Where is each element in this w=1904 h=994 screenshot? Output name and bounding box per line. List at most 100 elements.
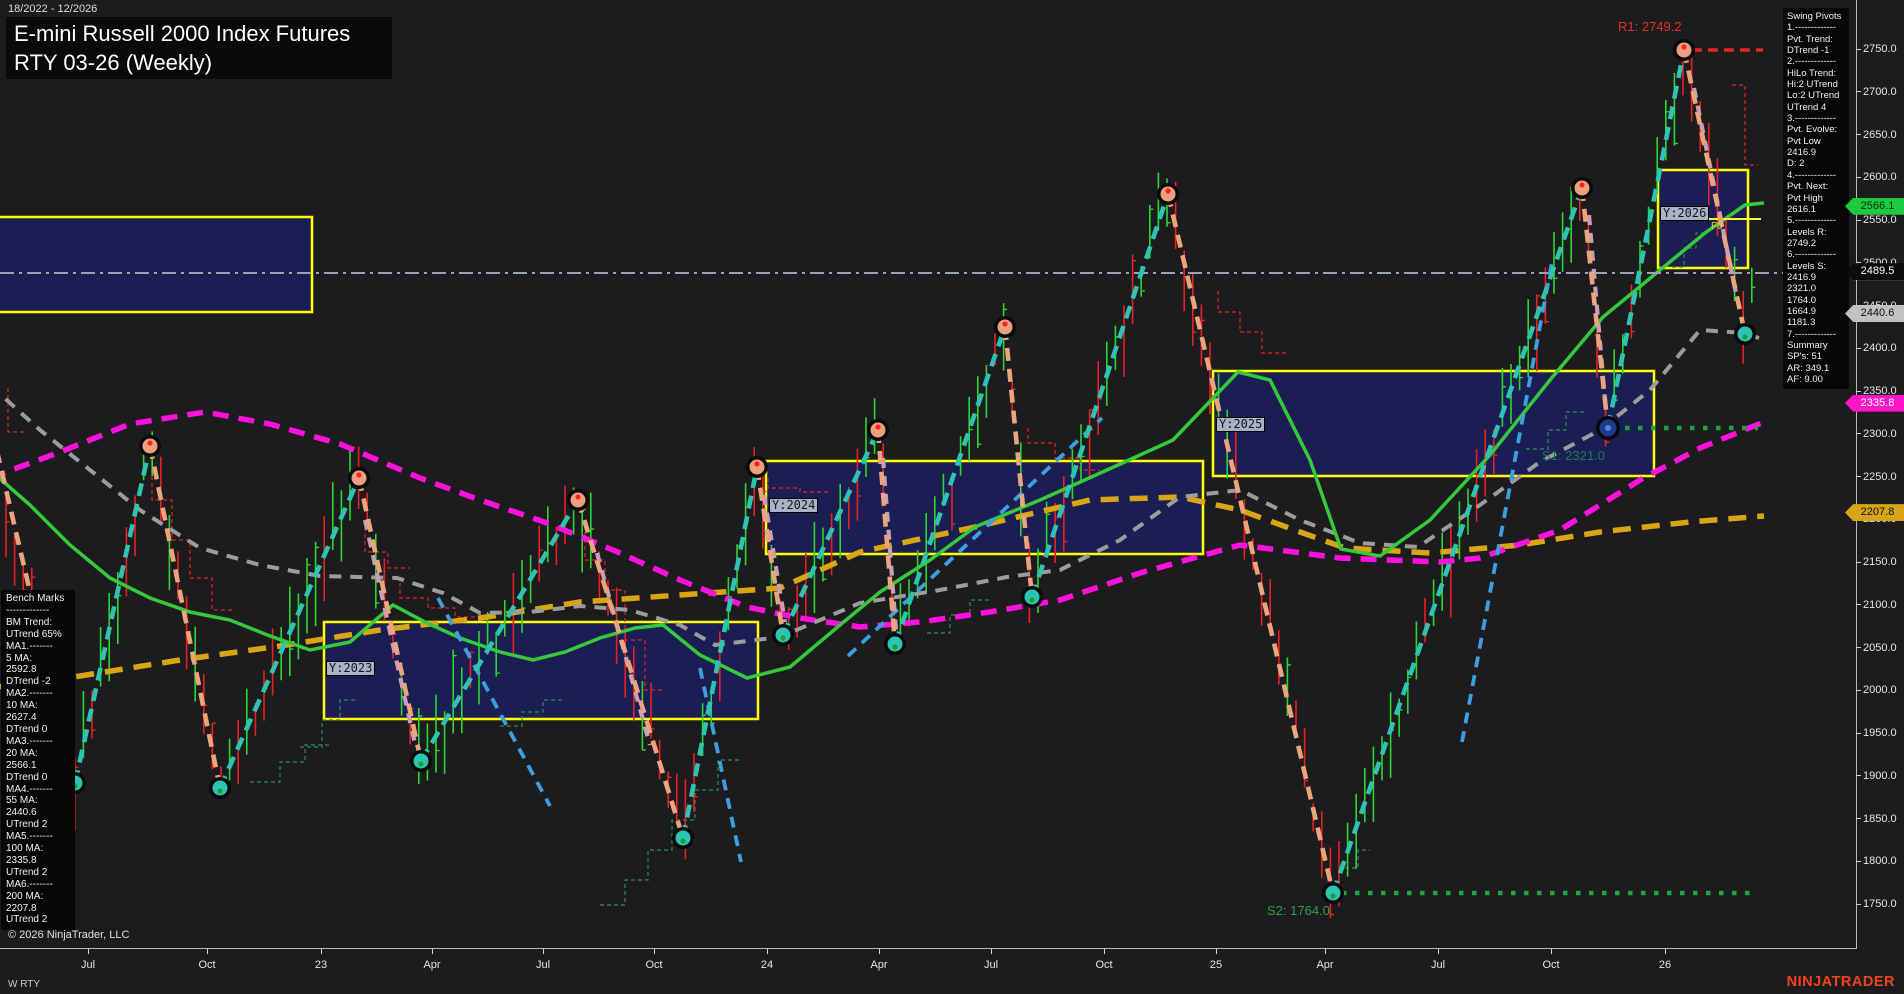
panel-line: UTrend 2 [6, 819, 75, 831]
time-tick [1216, 948, 1217, 954]
time-tick-label: Apr [1316, 959, 1333, 971]
time-tick [321, 948, 322, 954]
panel-line: 5 MA: [6, 653, 75, 665]
green-trail-step [250, 745, 330, 782]
time-tick-label: Apr [870, 959, 887, 971]
time-tick-label: Apr [423, 959, 440, 971]
time-tick-label: Oct [645, 959, 662, 971]
panel-line: MA5.------- [6, 831, 75, 843]
time-tick [1438, 948, 1439, 954]
panel-line: 1664.9 [1787, 306, 1849, 317]
bench-marks-lines: -------------BM Trend:UTrend 65%MA1.----… [6, 605, 75, 926]
panel-line: 2749.2 [1787, 238, 1849, 249]
year-box-label-2023[interactable]: Y:2023 [326, 661, 375, 676]
panel-line: 20 MA: [6, 748, 75, 760]
price-tick [1856, 904, 1861, 905]
price-tick-label: 2100.0 [1863, 599, 1897, 611]
price-tick-label: 2300.0 [1863, 428, 1897, 440]
time-tick-label: Jul [81, 959, 95, 971]
time-tick [1325, 948, 1326, 954]
pivot-high-dot [1002, 321, 1007, 326]
time-tick [654, 948, 655, 954]
time-tick-label: Oct [1095, 959, 1112, 971]
time-tick [1104, 948, 1105, 954]
price-tick-label: 2650.0 [1863, 129, 1897, 141]
price-tick [1856, 604, 1861, 605]
panel-line: Pvt High [1787, 193, 1849, 204]
price-tick [1856, 220, 1861, 221]
year-box-label-2025[interactable]: Y:2025 [1216, 417, 1265, 432]
panel-line: 100 MA: [6, 843, 75, 855]
swing-pivots-panel: Swing Pivots 1.-------------Pvt. Trend:D… [1783, 8, 1849, 389]
year-box-label-2024[interactable]: Y:2024 [769, 498, 818, 513]
time-tick [879, 948, 880, 954]
panel-line: BM Trend: [6, 617, 75, 629]
panel-line: 1.------------- [1787, 22, 1849, 33]
bench-marks-panel: Bench Marks -------------BM Trend:UTrend… [1, 590, 75, 930]
red-trail-step [1218, 291, 1288, 353]
copyright-label: © 2026 NinjaTrader, LLC [8, 929, 129, 941]
panel-line: 2207.8 [6, 903, 75, 915]
price-chart-canvas[interactable] [0, 0, 1904, 994]
panel-line: Pvt Low [1787, 136, 1849, 147]
price-tick-label: 1800.0 [1863, 855, 1897, 867]
panel-line: SP's: 51 [1787, 351, 1849, 362]
panel-line: UTrend 65% [6, 629, 75, 641]
panel-line: 2592.8 [6, 664, 75, 676]
year-box-label-2026[interactable]: Y:2026 [1660, 206, 1709, 221]
panel-line: 2616.1 [1787, 204, 1849, 215]
panel-line: MA6.------- [6, 879, 75, 891]
panel-line: 7.------------- [1787, 329, 1849, 340]
price-tick-label: 2000.0 [1863, 684, 1897, 696]
panel-line: 2416.9 [1787, 272, 1849, 283]
panel-line: 10 MA: [6, 700, 75, 712]
panel-line: Levels S: [1787, 261, 1849, 272]
price-tick [1856, 262, 1861, 263]
panel-line: 1181.3 [1787, 317, 1849, 328]
support-s2-label: S2: 1764.0 [1267, 903, 1330, 918]
price-tick [1856, 134, 1861, 135]
resistance-r1-label: R1: 2749.2 [1618, 19, 1682, 34]
panel-line: 2321.0 [1787, 283, 1849, 294]
time-tick [543, 948, 544, 954]
bench-marks-title: Bench Marks [6, 593, 75, 605]
pivot-high-dot [147, 440, 152, 445]
panel-line: DTrend 0 [6, 772, 75, 784]
time-tick-label: Jul [984, 959, 998, 971]
panel-line: AR: 349.1 [1787, 363, 1849, 374]
time-axis-line [0, 948, 1857, 949]
pivot-high-dot [1681, 44, 1686, 49]
panel-line: 2566.1 [6, 760, 75, 772]
chart-title-box: E-mini Russell 2000 Index Futures RTY 03… [6, 17, 392, 79]
panel-line: 200 MA: [6, 891, 75, 903]
panel-line: DTrend 0 [6, 724, 75, 736]
price-tick [1856, 818, 1861, 819]
price-tick [1856, 775, 1861, 776]
price-tick-label: 2250.0 [1863, 471, 1897, 483]
pivot-evolve-dot [1605, 425, 1611, 431]
panel-line: 5.------------- [1787, 215, 1849, 226]
price-tick-label: 2700.0 [1863, 86, 1897, 98]
red-trail-step [1732, 85, 1758, 165]
price-tick [1856, 647, 1861, 648]
panel-line: 2416.9 [1787, 147, 1849, 158]
price-tick [1856, 733, 1861, 734]
price-axis-line [1856, 0, 1857, 948]
pivot-high-dot [356, 472, 361, 477]
pivot-low-dot [780, 635, 785, 640]
panel-line: 2440.6 [6, 807, 75, 819]
time-tick-label: 23 [315, 959, 327, 971]
price-tick [1856, 861, 1861, 862]
pivot-high-dot [1165, 188, 1170, 193]
panel-line: MA1.------- [6, 641, 75, 653]
time-tick [1665, 948, 1666, 954]
panel-line: 2.------------- [1787, 56, 1849, 67]
time-tick-label: Jul [1431, 959, 1445, 971]
price-tick-label: 2400.0 [1863, 342, 1897, 354]
price-tick [1856, 391, 1861, 392]
panel-line: 2627.4 [6, 712, 75, 724]
panel-line: 1764.0 [1787, 295, 1849, 306]
panel-line: MA3.------- [6, 736, 75, 748]
price-tick-label: 2600.0 [1863, 171, 1897, 183]
panel-line: 6.------------- [1787, 249, 1849, 260]
